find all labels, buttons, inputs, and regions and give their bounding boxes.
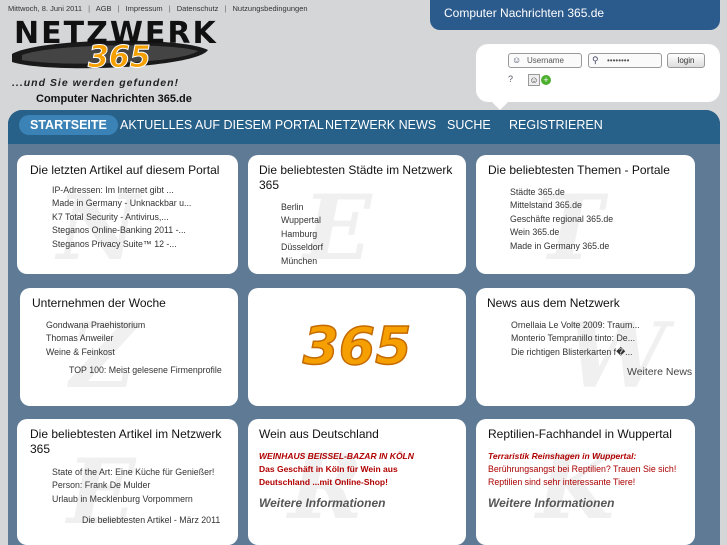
logo-subtitle: Computer Nachrichten 365.de xyxy=(36,93,192,105)
city-link[interactable]: Hamburg xyxy=(281,228,454,241)
box-title: Wein aus Deutschland xyxy=(259,427,379,441)
reptile-text: Berührungsangst bei Reptilien? Trauen Si… xyxy=(488,464,677,487)
login-panel: ☺ Username ⚲ •••••••• login ? ☺ + xyxy=(476,44,720,110)
more-info-link[interactable]: Weitere Informationen xyxy=(259,496,456,510)
nutzungsbedingungen-link[interactable]: Nutzungsbedingungen xyxy=(232,4,307,13)
more-info-link[interactable]: Weitere Informationen xyxy=(488,496,687,510)
wine-box: R Wein aus Deutschland WEINHAUS BEISSEL-… xyxy=(248,419,466,545)
nav-netzwerk-news[interactable]: NETZWERK NEWS xyxy=(325,118,436,132)
password-input[interactable]: ⚲ •••••••• xyxy=(588,53,662,68)
theme-link[interactable]: Made in Germany 365.de xyxy=(510,240,695,253)
logo-365-icon: 365 xyxy=(302,316,412,378)
add-icon[interactable]: + xyxy=(541,75,551,85)
popular-themes-box: T Die beliebtesten Themen - Portale Städ… xyxy=(476,155,695,274)
news-link[interactable]: Ornellaia Le Volte 2009: Traum... xyxy=(511,319,671,332)
nav-startseite[interactable]: STARTSEITE xyxy=(19,115,118,135)
key-icon: ⚲ xyxy=(592,55,599,65)
more-news-link[interactable]: Weitere News xyxy=(627,366,695,378)
city-link[interactable]: Berlin xyxy=(281,201,454,214)
article-link[interactable]: Steganos Privacy Suite™ 12 -... xyxy=(52,238,222,251)
company-link[interactable]: Thomas Anweiler xyxy=(46,332,238,345)
username-input[interactable]: ☺ Username xyxy=(508,53,582,68)
city-link[interactable]: Wuppertal xyxy=(281,214,454,227)
nav-suche[interactable]: SUCHE xyxy=(447,118,491,132)
popular-cities-box: E Die beliebtesten Städte im Netzwerk 36… xyxy=(248,155,466,274)
wine-headline[interactable]: WEINHAUS BEISSEL-BAZAR IN KÖLN xyxy=(259,451,456,461)
contact-icon[interactable]: ☺ xyxy=(528,74,540,86)
article-link[interactable]: Urlaub in Mecklenburg Vorpommern xyxy=(52,493,238,506)
companies-of-week-box: Z Unternehmen der Woche Gondwana Praehis… xyxy=(20,288,238,406)
reptile-box: K Reptilien-Fachhandel in Wuppertal Terr… xyxy=(476,419,695,545)
password-value: •••••••• xyxy=(607,56,630,65)
reptile-headline[interactable]: Terraristik Reinshagen in Wuppertal: xyxy=(488,451,687,461)
box-title: Die beliebtesten Artikel im Netzwerk 365 xyxy=(30,427,222,456)
portal-title-tab: Computer Nachrichten 365.de xyxy=(430,0,720,30)
username-placeholder: Username xyxy=(527,56,564,65)
help-icon[interactable]: ? xyxy=(508,74,513,84)
date-label: Mittwoch, 8. Juni 2011 xyxy=(8,4,83,13)
user-icon: ☺ xyxy=(512,55,522,65)
main-nav: STARTSEITE AKTUELLES AUF DIESEM PORTAL N… xyxy=(8,110,720,144)
nav-registrieren[interactable]: REGISTRIEREN xyxy=(509,118,603,132)
theme-link[interactable]: Mittelstand 365.de xyxy=(510,199,695,212)
city-link[interactable]: München xyxy=(281,255,454,268)
site-logo[interactable]: 365 NETZWERK ...und Sie werden gefunden! xyxy=(10,16,218,91)
article-link[interactable]: K7 Total Security - Antivirus,... xyxy=(52,211,222,224)
box-title: Die beliebtesten Städte im Netzwerk 365 xyxy=(259,163,453,192)
box-title: Die beliebtesten Themen - Portale xyxy=(488,163,670,177)
nav-aktuelles[interactable]: AKTUELLES AUF DIESEM PORTAL xyxy=(120,118,324,132)
box-title: Die letzten Artikel auf diesem Portal xyxy=(30,163,220,177)
city-link[interactable]: Düsseldorf xyxy=(281,241,454,254)
network-news-box: W News aus dem Netzwerk Ornellaia Le Vol… xyxy=(476,288,695,406)
theme-link[interactable]: Städte 365.de xyxy=(510,186,695,199)
logo-365-box[interactable]: 365 xyxy=(248,288,466,406)
wine-text: Das Geschäft in Köln für Wein aus Deutsc… xyxy=(259,464,398,487)
article-link[interactable]: State of the Art: Eine Küche für Genieße… xyxy=(52,466,238,479)
box-title: News aus dem Netzwerk xyxy=(487,296,620,310)
article-link[interactable]: Person: Frank De Mulder xyxy=(52,479,238,492)
logo-word: NETZWERK xyxy=(14,16,218,51)
impressum-link[interactable]: Impressum xyxy=(126,4,163,13)
popular-articles-march-link[interactable]: Die beliebtesten Artikel - März 2011 xyxy=(82,515,238,525)
main-panel: STARTSEITE AKTUELLES AUF DIESEM PORTAL N… xyxy=(8,110,720,545)
box-title: Reptilien-Fachhandel in Wuppertal xyxy=(488,427,672,441)
top100-link[interactable]: TOP 100: Meist gelesene Firmenprofile xyxy=(69,365,238,375)
article-link[interactable]: Steganos Online-Banking 2011 -... xyxy=(52,224,222,237)
theme-link[interactable]: Wein 365.de xyxy=(510,226,695,239)
logo-tagline: ...und Sie werden gefunden! xyxy=(12,77,180,89)
article-link[interactable]: Made in Germany - Unknackbar u... xyxy=(52,197,222,210)
popular-articles-box: E Die beliebtesten Artikel im Netzwerk 3… xyxy=(17,419,238,545)
latest-articles-box: N Die letzten Artikel auf diesem Portal … xyxy=(17,155,238,274)
company-link[interactable]: Gondwana Praehistorium xyxy=(46,319,238,332)
login-button[interactable]: login xyxy=(667,53,705,68)
box-title: Unternehmen der Woche xyxy=(32,296,166,310)
news-link[interactable]: Die richtigen Blisterkarten f�... xyxy=(511,346,671,359)
top-bar: Mittwoch, 8. Juni 2011 | AGB | Impressum | … xyxy=(8,4,308,13)
company-link[interactable]: Weine & Feinkost xyxy=(46,346,238,359)
article-link[interactable]: IP-Adressen: Im Internet gibt ... xyxy=(52,184,222,197)
news-link[interactable]: Monterio Tempranillo tinto: De... xyxy=(511,332,671,345)
datenschutz-link[interactable]: Datenschutz xyxy=(177,4,219,13)
theme-link[interactable]: Geschäfte regional 365.de xyxy=(510,213,695,226)
agb-link[interactable]: AGB xyxy=(96,4,112,13)
logo-365-text: 365 xyxy=(303,317,412,377)
